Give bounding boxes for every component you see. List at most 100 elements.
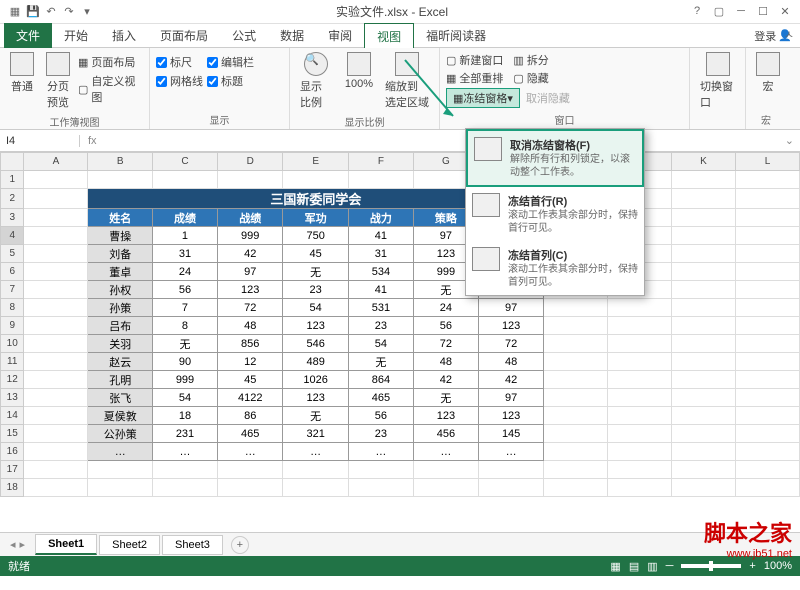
data-cell[interactable]: 吕布 xyxy=(88,317,153,335)
tab-view[interactable]: 视图 xyxy=(364,23,414,50)
sheet-tab-3[interactable]: Sheet3 xyxy=(162,535,223,555)
data-cell[interactable]: 24 xyxy=(152,263,217,281)
data-cell[interactable]: 无 xyxy=(413,389,478,407)
undo-icon[interactable]: ↶ xyxy=(44,5,58,19)
row-header[interactable]: 11 xyxy=(1,353,24,371)
collapse-ribbon-icon[interactable]: ㅅ xyxy=(784,26,794,42)
data-cell[interactable]: 41 xyxy=(348,281,413,299)
data-cell[interactable]: 无 xyxy=(283,407,348,425)
row-header[interactable]: 15 xyxy=(1,425,24,443)
data-cell[interactable]: 42 xyxy=(413,371,478,389)
data-cell[interactable]: 123 xyxy=(218,281,283,299)
data-cell[interactable]: 刘备 xyxy=(88,245,153,263)
freeze-top-row-item[interactable]: 冻结首行(R)滚动工作表其余部分时，保持首行可见。 xyxy=(466,187,644,241)
fx-icon[interactable]: fx xyxy=(80,135,105,147)
data-cell[interactable]: 4122 xyxy=(218,389,283,407)
data-cell[interactable]: 123 xyxy=(478,317,543,335)
zoom-button[interactable]: 🔍显示比例 xyxy=(296,50,337,112)
row-header[interactable]: 2 xyxy=(1,189,24,209)
row-header[interactable]: 18 xyxy=(1,479,24,497)
data-cell[interactable]: 公孙策 xyxy=(88,425,153,443)
data-cell[interactable]: 无 xyxy=(152,335,217,353)
data-cell[interactable]: 750 xyxy=(283,227,348,245)
data-cell[interactable]: 54 xyxy=(152,389,217,407)
row-header[interactable]: 3 xyxy=(1,209,24,227)
data-cell[interactable]: 31 xyxy=(348,245,413,263)
data-cell[interactable]: 48 xyxy=(413,353,478,371)
data-cell[interactable]: 23 xyxy=(348,425,413,443)
sheet-nav-last[interactable]: ▸ xyxy=(20,538,26,551)
tab-data[interactable]: 数据 xyxy=(268,23,316,48)
data-cell[interactable]: 465 xyxy=(218,425,283,443)
data-cell[interactable]: … xyxy=(348,443,413,461)
hide-button[interactable]: ▢ 隐藏 xyxy=(513,70,548,86)
row-header[interactable]: 5 xyxy=(1,245,24,263)
view-layout-status[interactable]: ▤ xyxy=(629,560,639,573)
close-icon[interactable]: ✕ xyxy=(778,5,792,18)
freeze-panes-button[interactable]: ▦ 冻结窗格 ▾ xyxy=(446,88,520,108)
data-cell[interactable]: 56 xyxy=(348,407,413,425)
col-header[interactable]: C xyxy=(152,153,217,171)
sheet-tab-2[interactable]: Sheet2 xyxy=(99,535,160,555)
col-header[interactable]: K xyxy=(672,153,736,171)
sheet-nav-first[interactable]: ◂ xyxy=(10,538,16,551)
data-cell[interactable]: 7 xyxy=(152,299,217,317)
zoom-in[interactable]: + xyxy=(749,560,755,572)
minimize-icon[interactable]: ─ xyxy=(734,5,748,18)
sheet-tab-1[interactable]: Sheet1 xyxy=(35,534,97,555)
help-icon[interactable]: ? xyxy=(690,5,704,18)
col-header[interactable]: D xyxy=(218,153,283,171)
data-cell[interactable]: 56 xyxy=(413,317,478,335)
zoom-level[interactable]: 100% xyxy=(764,560,792,572)
data-cell[interactable]: 465 xyxy=(348,389,413,407)
data-cell[interactable]: 531 xyxy=(348,299,413,317)
tab-layout[interactable]: 页面布局 xyxy=(148,23,220,48)
view-normal-status[interactable]: ▦ xyxy=(610,560,620,573)
data-cell[interactable]: 72 xyxy=(413,335,478,353)
arrange-button[interactable]: ▦ 全部重排 xyxy=(446,70,503,86)
data-cell[interactable]: 无 xyxy=(348,353,413,371)
data-cell[interactable]: 321 xyxy=(283,425,348,443)
row-header[interactable]: 12 xyxy=(1,371,24,389)
data-cell[interactable]: 曹操 xyxy=(88,227,153,245)
tab-home[interactable]: 开始 xyxy=(52,23,100,48)
chk-formulabar[interactable]: 编辑栏 xyxy=(207,54,254,70)
data-cell[interactable]: 8 xyxy=(152,317,217,335)
data-cell[interactable]: 45 xyxy=(218,371,283,389)
view-normal-button[interactable]: 普通 xyxy=(6,50,38,96)
data-cell[interactable]: 546 xyxy=(283,335,348,353)
data-cell[interactable]: 23 xyxy=(283,281,348,299)
data-cell[interactable]: … xyxy=(413,443,478,461)
data-cell[interactable]: 48 xyxy=(478,353,543,371)
macro-button[interactable]: 宏 xyxy=(752,50,784,96)
view-pagebreak-button[interactable]: 分页 预览 xyxy=(42,50,74,112)
data-cell[interactable]: 42 xyxy=(218,245,283,263)
view-break-status[interactable]: ▥ xyxy=(647,560,657,573)
data-cell[interactable]: 145 xyxy=(478,425,543,443)
row-header[interactable]: 7 xyxy=(1,281,24,299)
zoom-100-button[interactable]: 100% xyxy=(341,50,377,92)
data-cell[interactable]: 86 xyxy=(218,407,283,425)
data-cell[interactable]: 123 xyxy=(478,407,543,425)
qat-more-icon[interactable]: ▾ xyxy=(80,5,94,19)
data-cell[interactable]: 123 xyxy=(283,389,348,407)
data-cell[interactable]: … xyxy=(88,443,153,461)
row-header[interactable]: 9 xyxy=(1,317,24,335)
row-header[interactable]: 17 xyxy=(1,461,24,479)
add-sheet-button[interactable]: + xyxy=(231,536,249,554)
data-cell[interactable]: 999 xyxy=(218,227,283,245)
redo-icon[interactable]: ↷ xyxy=(62,5,76,19)
new-window-button[interactable]: ▢ 新建窗口 xyxy=(446,52,503,68)
col-header[interactable]: A xyxy=(24,153,88,171)
freeze-first-col-item[interactable]: 冻结首列(C)滚动工作表其余部分时，保持首列可见。 xyxy=(466,241,644,295)
data-cell[interactable]: 999 xyxy=(152,371,217,389)
data-cell[interactable]: 31 xyxy=(152,245,217,263)
data-cell[interactable]: 42 xyxy=(478,371,543,389)
tab-formula[interactable]: 公式 xyxy=(220,23,268,48)
data-cell[interactable]: 72 xyxy=(218,299,283,317)
data-cell[interactable]: 关羽 xyxy=(88,335,153,353)
row-header[interactable]: 4 xyxy=(1,227,24,245)
col-header[interactable]: F xyxy=(348,153,413,171)
col-header[interactable]: B xyxy=(88,153,153,171)
tab-review[interactable]: 审阅 xyxy=(316,23,364,48)
